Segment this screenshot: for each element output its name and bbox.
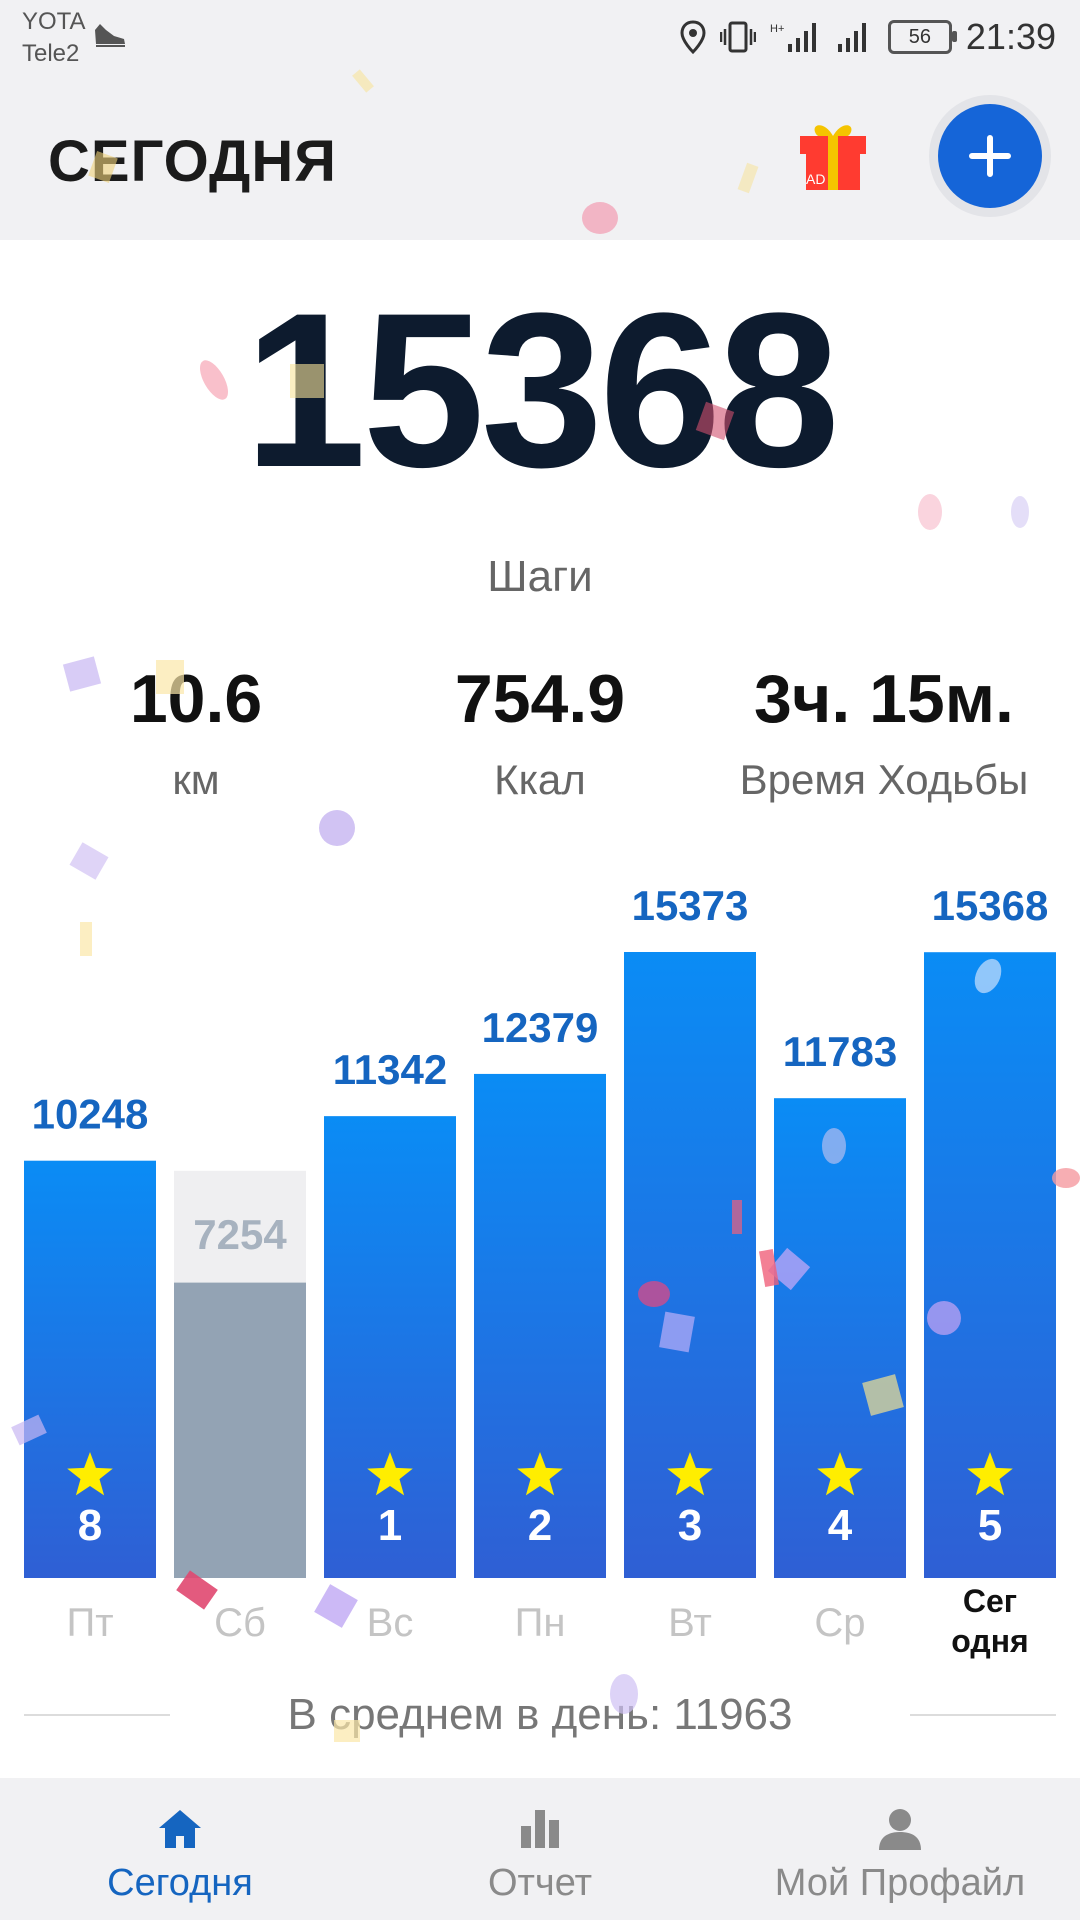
- bar-value-label: 11342: [333, 1046, 447, 1093]
- profile-icon: [879, 1809, 921, 1850]
- calories-stat: 754.9 Ккал: [360, 660, 720, 804]
- star-icon: [667, 1452, 713, 1496]
- vibrate-icon: [719, 21, 756, 53]
- app-bar: СЕГОДНЯ AD: [0, 78, 1080, 240]
- day-label: Сб: [214, 1601, 266, 1645]
- star-icon: [367, 1452, 413, 1496]
- goal-bar-background: [174, 1170, 306, 1578]
- nav-today-label: Сегодня: [107, 1862, 253, 1904]
- day-bar: [924, 952, 1056, 1578]
- walk-time-label: Время Ходьбы: [739, 756, 1029, 803]
- shoe-icon: [95, 24, 125, 47]
- distance-stat: 10.6 км: [16, 660, 376, 804]
- nav-profile-label: Мой Профайл: [774, 1862, 1026, 1904]
- calories-value: 754.9: [454, 661, 626, 737]
- bottom-navigation: Сегодня Отчет Мой Профайл: [0, 1778, 1080, 1920]
- bar-value-label: 15373: [632, 882, 749, 929]
- bar-value-label: 12379: [482, 1004, 599, 1051]
- bar-value-label: 7254: [193, 1211, 287, 1258]
- signal-h-plus-icon: H+: [770, 23, 816, 52]
- calories-label: Ккал: [494, 756, 586, 803]
- streak-count: 1: [378, 1501, 402, 1550]
- bar-value-label: 15368: [932, 882, 1049, 929]
- steps-count: 15368: [244, 267, 840, 513]
- daily-average: В среднем в день: 11963: [287, 1690, 793, 1739]
- nav-report-label: Отчет: [487, 1862, 593, 1904]
- clock: 21:39: [965, 16, 1056, 57]
- bar-value-label: 11783: [783, 1028, 897, 1075]
- ad-badge: AD: [806, 171, 825, 187]
- star-icon: [967, 1452, 1013, 1496]
- day-bar: [774, 1098, 906, 1578]
- page-title: СЕГОДНЯ: [48, 129, 337, 194]
- day-label: Вт: [668, 1601, 712, 1645]
- plus-icon: [969, 135, 1011, 177]
- walk-time-value: 3ч. 15м.: [754, 661, 1014, 737]
- status-bar: YOTA Tele2 H+ 56 21:39: [0, 0, 1080, 78]
- location-icon: [680, 20, 706, 54]
- nav-profile[interactable]: Мой Профайл: [720, 1778, 1080, 1920]
- day-label: Сег: [963, 1583, 1017, 1619]
- steps-label: Шаги: [487, 552, 593, 601]
- walk-time-stat: 3ч. 15м. Время Ходьбы: [704, 660, 1064, 804]
- star-icon: [817, 1452, 863, 1496]
- bar-chart-icon: [521, 1810, 559, 1848]
- nav-report[interactable]: Отчет: [360, 1778, 720, 1920]
- day-label: Пн: [515, 1601, 566, 1645]
- nav-today[interactable]: Сегодня: [0, 1778, 360, 1920]
- home-icon: [159, 1810, 201, 1848]
- status-icons: H+ 56 21:39: [680, 16, 1056, 58]
- day-bar: [474, 1073, 606, 1578]
- streak-count: 4: [828, 1501, 853, 1550]
- signal-icon: [837, 23, 866, 52]
- network-type: H+: [770, 23, 784, 35]
- day-label: Ср: [814, 1601, 865, 1645]
- distance-label: км: [172, 756, 220, 803]
- star-icon: [517, 1452, 563, 1496]
- day-bar: [624, 952, 756, 1578]
- star-icon: [67, 1452, 113, 1496]
- carrier-1: YOTA: [22, 8, 86, 35]
- day-bar: [24, 1160, 156, 1578]
- day-label: Вс: [367, 1601, 414, 1645]
- distance-value: 10.6: [129, 661, 263, 737]
- bar-value-label: 10248: [32, 1091, 149, 1138]
- streak-count: 5: [978, 1501, 1002, 1550]
- add-button[interactable]: [938, 104, 1042, 208]
- day-label: Пт: [66, 1601, 113, 1645]
- carrier-2: Tele2: [22, 40, 80, 67]
- streak-count: 8: [78, 1501, 102, 1550]
- day-bar: [324, 1116, 456, 1578]
- streak-count: 3: [678, 1501, 702, 1550]
- battery-indicator: 56: [887, 20, 957, 54]
- day-label: одня: [951, 1623, 1028, 1659]
- gift-icon[interactable]: AD: [796, 118, 870, 194]
- streak-count: 2: [528, 1501, 552, 1550]
- day-bar: [174, 1282, 306, 1578]
